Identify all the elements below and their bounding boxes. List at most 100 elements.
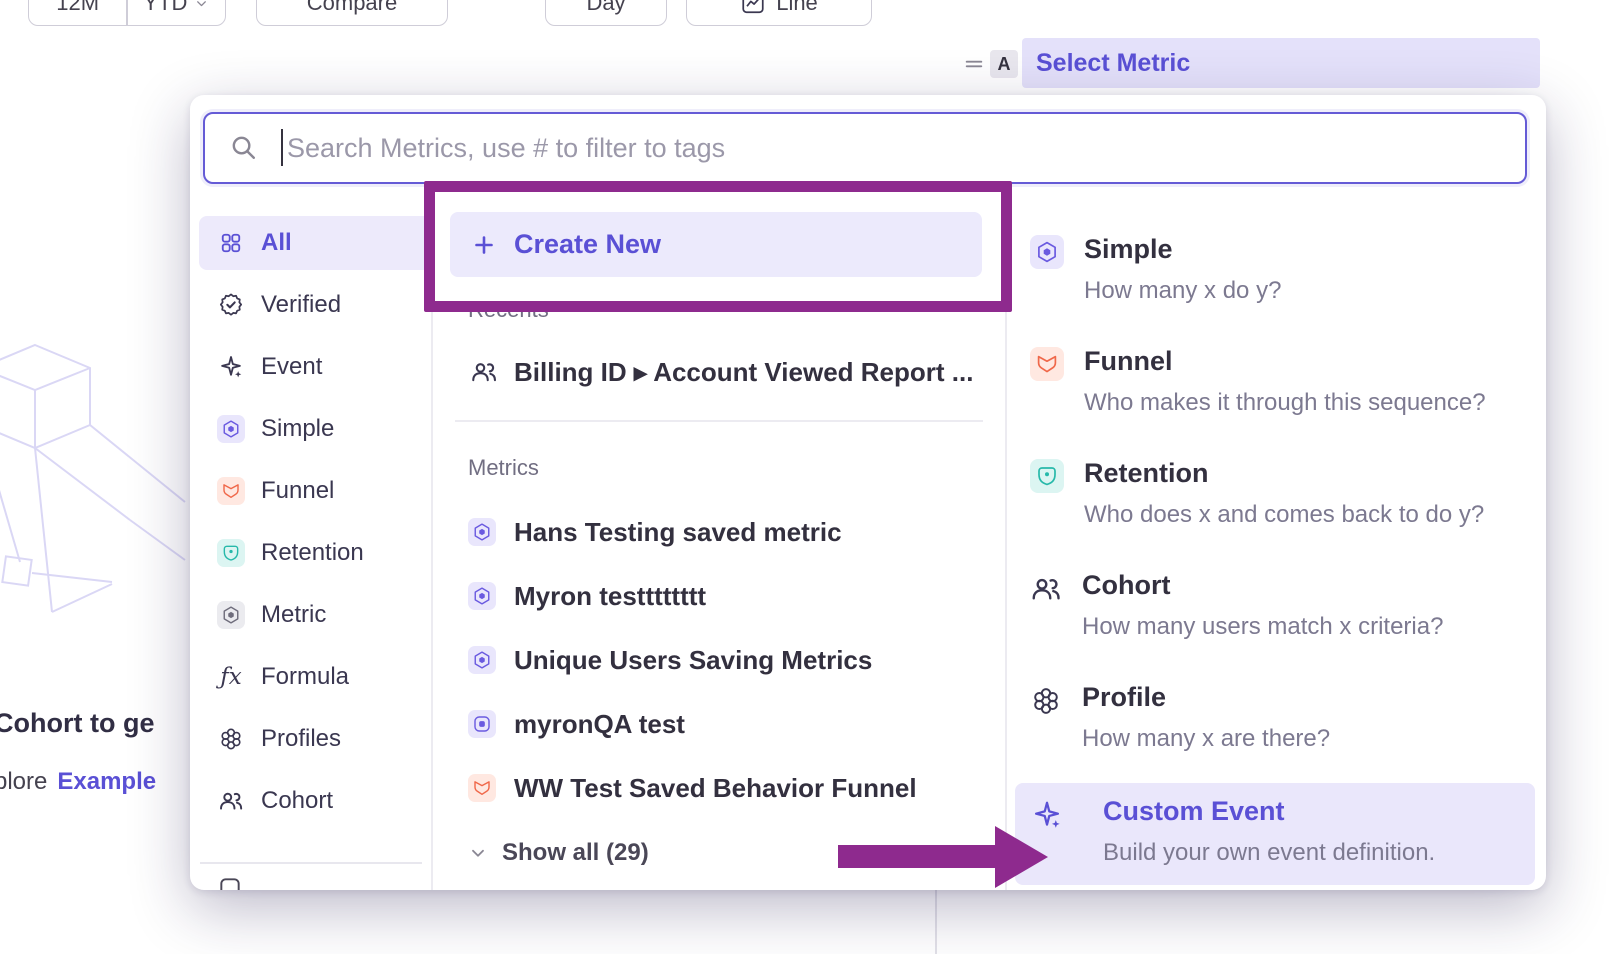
metric-item-label: Hans Testing saved metric: [514, 517, 842, 548]
drag-handle-icon[interactable]: [963, 53, 985, 75]
day-label: Day: [586, 0, 625, 16]
plus-icon: [472, 233, 496, 257]
panel-divider: [935, 888, 937, 954]
type-description: Who makes it through this sequence?: [1084, 389, 1486, 417]
retention-icon: [1035, 464, 1059, 488]
saved-metric-square-icon: [472, 714, 492, 734]
profiles-flower-icon: [218, 726, 244, 752]
metric-type-custom-event[interactable]: Custom Event Build your own event defini…: [1015, 783, 1535, 885]
metric-item-label: WW Test Saved Behavior Funnel: [514, 773, 917, 804]
decorative-wireframe-graphic: [0, 330, 200, 660]
empty-state-headline: Cohort to ge: [0, 708, 154, 739]
range-ytd-label: YTD: [143, 0, 187, 16]
simple-hexagon-icon: [221, 419, 241, 439]
sidebar-item-metric[interactable]: Metric: [199, 584, 431, 646]
type-title: Profile: [1082, 683, 1330, 713]
metric-list-item[interactable]: Unique Users Saving Metrics: [468, 632, 872, 688]
explore-text: plore: [0, 768, 47, 795]
type-title: Custom Event: [1103, 797, 1435, 827]
sidebar-label: Event: [261, 353, 322, 381]
grid-icon: [220, 232, 242, 254]
sidebar-item-cohort[interactable]: Cohort: [199, 770, 431, 832]
range-ytd-button[interactable]: YTD: [128, 0, 225, 25]
sidebar-item-verified[interactable]: Verified: [199, 274, 431, 336]
granularity-day-button[interactable]: Day: [545, 0, 667, 26]
funnel-icon: [472, 778, 492, 798]
cohort-people-icon: [218, 788, 244, 814]
metric-type-retention[interactable]: Retention Who does x and comes back to d…: [1030, 459, 1526, 529]
sidebar-item-event[interactable]: Event: [199, 336, 431, 398]
sidebar-label: Metric: [261, 601, 326, 629]
type-title: Simple: [1084, 235, 1281, 265]
metric-hexagon-icon: [221, 605, 241, 625]
type-title: Retention: [1084, 459, 1484, 489]
type-title: Funnel: [1084, 347, 1486, 377]
sidebar-item-funnel[interactable]: Funnel: [199, 460, 431, 522]
simple-hexagon-icon: [472, 586, 492, 606]
event-sparkle-icon: [218, 354, 244, 380]
metric-list-item[interactable]: WW Test Saved Behavior Funnel: [468, 760, 917, 816]
recents-header: Recents: [468, 297, 549, 323]
metric-list-item[interactable]: Myron testttttttt: [468, 568, 706, 624]
sidebar-item-profiles[interactable]: Profiles: [199, 708, 431, 770]
show-all-button[interactable]: Show all (29): [468, 833, 649, 873]
chart-type-line-button[interactable]: Line: [686, 0, 872, 26]
metric-list-item[interactable]: Hans Testing saved metric: [468, 504, 842, 560]
sidebar-item-partial-icon[interactable]: [217, 875, 243, 890]
metrics-header: Metrics: [468, 455, 539, 481]
range-12m-button[interactable]: 12M: [29, 0, 126, 25]
column-divider: [431, 215, 433, 890]
sidebar-label: Verified: [261, 291, 341, 319]
line-chart-icon: [740, 0, 766, 16]
simple-hexagon-icon: [1035, 240, 1059, 264]
sidebar-label: Formula: [261, 663, 349, 691]
column-divider: [1005, 215, 1007, 890]
metric-type-cohort[interactable]: Cohort How many users match x criteria?: [1030, 571, 1526, 641]
cohort-people-icon: [470, 358, 498, 386]
cohort-people-icon: [1030, 573, 1062, 605]
sidebar-item-all[interactable]: All: [199, 216, 431, 270]
query-row-letter-badge: A: [990, 50, 1018, 78]
sidebar-label: Retention: [261, 539, 364, 567]
compare-button[interactable]: Compare: [256, 0, 448, 26]
chevron-down-icon: [194, 0, 209, 11]
formula-icon: ƒx: [220, 666, 241, 689]
empty-state-subtext: plore Example: [0, 768, 156, 796]
funnel-icon: [221, 481, 241, 501]
type-description: How many users match x criteria?: [1082, 613, 1443, 641]
metric-search-container: [203, 112, 1527, 184]
select-metric-field[interactable]: Select Metric: [1022, 38, 1540, 88]
select-metric-modal: All Verified Event Simple Funnel Retenti…: [190, 95, 1546, 890]
verified-badge-icon: [218, 292, 244, 318]
metric-item-label: Unique Users Saving Metrics: [514, 645, 872, 676]
create-new-label: Create New: [514, 229, 661, 260]
date-range-control: 12M YTD: [28, 0, 226, 26]
example-link[interactable]: Example: [57, 768, 156, 795]
simple-hexagon-icon: [472, 650, 492, 670]
text-caret: [281, 129, 283, 166]
custom-event-sparkle-icon: [1031, 799, 1063, 831]
type-description: Build your own event definition.: [1103, 839, 1435, 867]
metric-list-item[interactable]: myronQA test: [468, 696, 685, 752]
simple-hexagon-icon: [472, 522, 492, 542]
sidebar-item-formula[interactable]: ƒx Formula: [199, 646, 431, 708]
sidebar-label: Funnel: [261, 477, 334, 505]
create-new-button[interactable]: Create New: [450, 212, 982, 277]
funnel-icon: [1035, 352, 1059, 376]
metric-item-label: myronQA test: [514, 709, 685, 740]
retention-icon: [221, 543, 241, 563]
sidebar-item-retention[interactable]: Retention: [199, 522, 431, 584]
type-description: Who does x and comes back to do y?: [1084, 501, 1484, 529]
recent-metric-item[interactable]: Billing ID ▸ Account Viewed Report ...: [470, 342, 973, 402]
profile-flower-icon: [1030, 685, 1062, 717]
metric-type-profile[interactable]: Profile How many x are there?: [1030, 683, 1526, 753]
metric-type-simple[interactable]: Simple How many x do y?: [1030, 235, 1526, 305]
compare-label: Compare: [307, 0, 397, 16]
sidebar-item-simple[interactable]: Simple: [199, 398, 431, 460]
metric-item-label: Myron testttttttt: [514, 581, 706, 612]
show-all-label: Show all (29): [502, 839, 649, 867]
search-input[interactable]: [205, 114, 1525, 182]
type-title: Cohort: [1082, 571, 1443, 601]
section-divider: [455, 420, 983, 422]
metric-type-funnel[interactable]: Funnel Who makes it through this sequenc…: [1030, 347, 1526, 417]
